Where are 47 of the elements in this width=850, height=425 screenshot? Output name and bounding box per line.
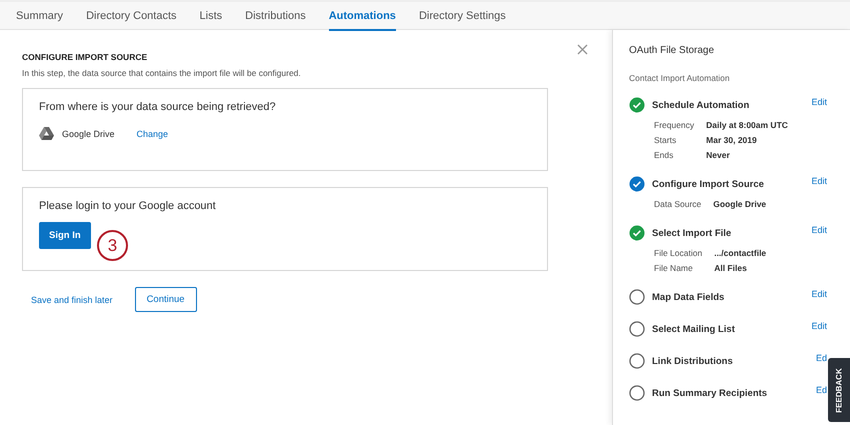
step-title: Run Summary Recipients (652, 388, 768, 398)
edit-link[interactable]: Edit (811, 321, 827, 331)
detail-label: File Location (653, 248, 702, 258)
detail-value: Mar 30, 2019 (706, 135, 758, 145)
edit-link[interactable]: Ed (816, 385, 827, 395)
edit-link[interactable]: Edit (811, 176, 827, 186)
edit-link[interactable]: Edit (811, 97, 827, 107)
detail-value: Daily at 8:00am UTC (706, 120, 789, 130)
panel-title: OAuth File Storage (629, 45, 716, 56)
step-callout: 3 (97, 230, 128, 261)
panel-subtitle: Contact Import Automation (629, 73, 731, 83)
feedback-tab[interactable]: FEEDBACK (828, 358, 850, 422)
step-title: Select Import File (652, 228, 732, 238)
step-title: Schedule Automation (652, 100, 750, 110)
tab[interactable]: Distributions (245, 2, 306, 31)
continue-button[interactable]: Continue (134, 287, 197, 312)
edit-link[interactable]: Ed (816, 353, 827, 363)
save-later-link[interactable]: Save and finish later (31, 294, 113, 304)
edit-link[interactable]: Edit (811, 225, 827, 235)
tab[interactable]: Lists (200, 2, 222, 31)
detail-value: Never (706, 150, 731, 160)
tab[interactable]: Summary (16, 2, 64, 31)
step-title: Select Mailing List (652, 324, 736, 334)
login-prompt: Please login to your Google account (39, 200, 217, 212)
detail-value: All Files (714, 263, 748, 273)
step-title: Map Data Fields (652, 292, 726, 302)
change-link[interactable]: Change (136, 128, 168, 138)
detail-label: Data Source (653, 199, 702, 209)
detail-label: File Name (653, 263, 694, 273)
sign-in-button[interactable]: Sign In (39, 222, 91, 249)
tab[interactable]: Directory Settings (418, 2, 506, 31)
step-description: In this step, the data source that contains the import file will be configured. (22, 68, 302, 78)
tab[interactable]: Automations (328, 2, 396, 31)
detail-value: .../contactfile (714, 248, 768, 258)
detail-label: Ends (653, 150, 674, 160)
step-title: Configure Import Source (652, 178, 765, 190)
close-icon[interactable] (577, 44, 588, 55)
step-title: Link Distributions (652, 356, 734, 366)
source-name: Google Drive (62, 128, 115, 138)
source-question: From where is your data source being retrieved? (39, 101, 277, 113)
drive-icon (39, 127, 54, 140)
detail-label: Frequency (653, 120, 694, 130)
detail-value: Google Drive (713, 199, 768, 209)
tab[interactable]: Directory Contacts (86, 2, 177, 31)
edit-link[interactable]: Edit (811, 289, 827, 299)
detail-label: Starts (653, 135, 678, 145)
section-heading: CONFIGURE IMPORT SOURCE (22, 52, 148, 62)
